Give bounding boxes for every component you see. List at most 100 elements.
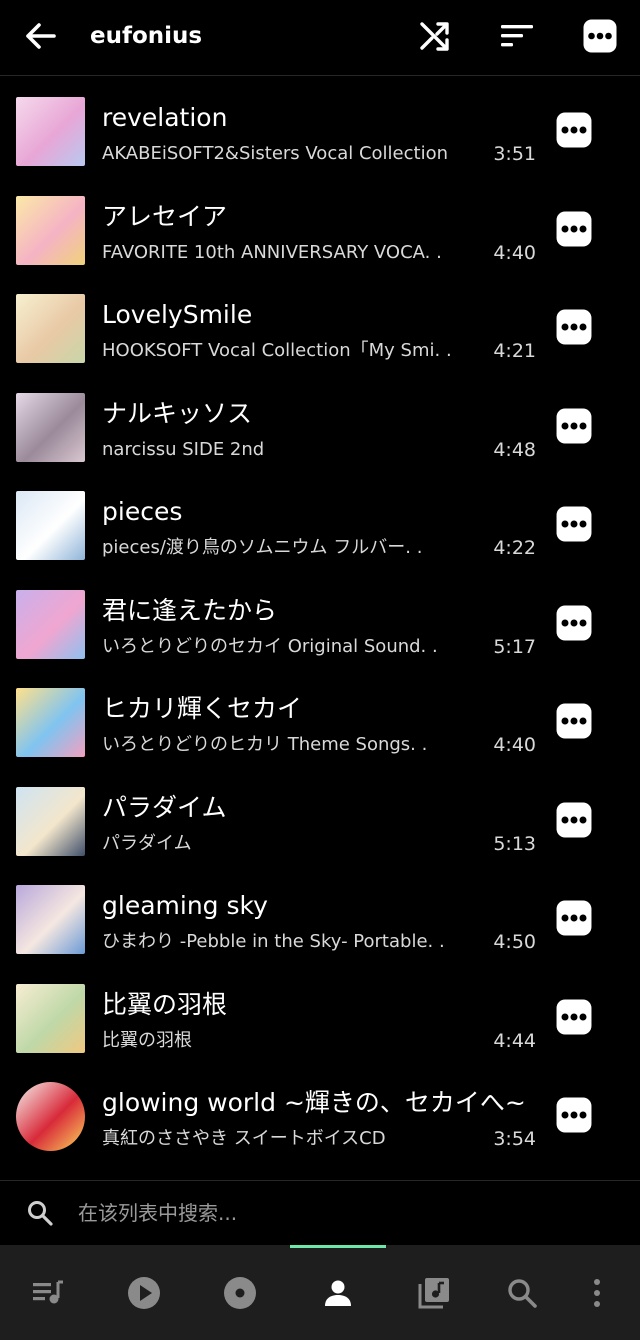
album-cover [16, 589, 85, 659]
track-duration: 4:48 [493, 438, 536, 461]
nav-tab-album-disc[interactable] [192, 1245, 288, 1340]
bottom-navigation [0, 1245, 640, 1340]
track-more-button[interactable] [556, 309, 594, 347]
track-duration: 4:22 [493, 537, 536, 559]
nav-tab-queue-music[interactable] [0, 1245, 96, 1340]
track-album: HOOKSOFT Vocal Collection「My Smi. . [102, 340, 452, 361]
track-album: pieces/渡り鳥のソムニウム フルバー. . [102, 537, 423, 558]
track-row[interactable]: パラダイム パラダイム 5:13 [0, 770, 640, 869]
track-album: FAVORITE 10th ANNIVERSARY VOCA. . [102, 241, 442, 263]
track-album: 比翼の羽根 [102, 1029, 192, 1051]
track-title: 比翼の羽根 [102, 989, 228, 1019]
track-title: LovelySmile [102, 300, 253, 329]
person-icon [322, 1277, 354, 1309]
track-more-button[interactable] [556, 703, 594, 741]
nav-tab-music-library[interactable] [386, 1245, 482, 1340]
track-more-button[interactable] [556, 802, 594, 840]
album-cover [16, 688, 85, 757]
album-cover [16, 1082, 85, 1151]
track-album: AKABEiSOFT2&Sisters Vocal Collection [102, 143, 448, 164]
play-circle-icon [126, 1275, 162, 1311]
more-horizontal-icon [556, 211, 592, 246]
track-row[interactable]: 君に逢えたからいろとりどりのセカイ Original Sound. . 5:17 [0, 573, 640, 672]
track-album: パラダイム [102, 832, 192, 854]
track-title: ナルキッソス [102, 398, 253, 428]
nav-tab-more-vertical[interactable] [554, 1245, 640, 1340]
track-row[interactable]: 比翼の羽根 比翼の羽根 4:44 [0, 967, 640, 1066]
page-title: eufonius [90, 23, 203, 49]
track-more-button[interactable] [556, 999, 594, 1037]
track-more-button[interactable] [556, 605, 594, 643]
top-app-bar: eufonius [0, 0, 640, 76]
sort-button[interactable] [493, 12, 541, 60]
track-row[interactable]: revelation AKABEiSOFT2&Sisters Vocal Coll… [0, 80, 640, 179]
more-horizontal-icon [556, 309, 592, 345]
list-search-input[interactable] [78, 1195, 598, 1231]
album-cover [16, 195, 85, 265]
track-duration: 4:50 [493, 931, 536, 953]
track-duration: 4:40 [493, 734, 536, 756]
track-duration: 4:21 [493, 340, 536, 362]
track-row[interactable]: LovelySmile HOOKSOFT Vocal Collection「My … [0, 277, 640, 376]
queue-music-icon [31, 1278, 65, 1308]
track-title: gleaming sky [102, 891, 268, 920]
track-more-button[interactable] [556, 211, 594, 249]
album-disc-icon [222, 1275, 258, 1311]
more-horizontal-icon [556, 408, 592, 443]
more-horizontal-icon [556, 605, 592, 640]
track-more-button[interactable] [556, 506, 594, 544]
track-title: ヒカリ輝くセカイ [102, 694, 303, 723]
track-title: アレセイア [102, 201, 228, 231]
sort-icon [501, 25, 533, 47]
album-cover [16, 97, 85, 166]
track-title: pieces [102, 497, 183, 526]
more-horizontal-icon [556, 999, 592, 1034]
album-cover [16, 983, 85, 1053]
album-cover [16, 392, 85, 462]
more-horizontal-icon [583, 19, 617, 53]
track-more-button[interactable] [556, 900, 594, 938]
track-row[interactable]: ナルキッソス narcissu SIDE 2nd 4:48 [0, 376, 640, 475]
nav-tab-person[interactable] [290, 1245, 386, 1340]
track-album: 真紅のささやき スイートボイスCD [102, 1128, 386, 1149]
track-row[interactable]: pieces pieces/渡り鳥のソムニウム フルバー. . 4:22 [0, 474, 640, 573]
track-duration: 5:17 [493, 635, 536, 658]
more-vertical-icon [591, 1277, 603, 1309]
search-icon [506, 1277, 538, 1309]
track-row[interactable]: gleaming sky ひまわり -Pebble in the Sky- Por… [0, 868, 640, 967]
nav-tab-play-circle[interactable] [96, 1245, 192, 1340]
track-title: revelation [102, 103, 228, 132]
list-search-bar [0, 1180, 640, 1244]
more-horizontal-icon [556, 900, 592, 936]
shuffle-button[interactable] [411, 12, 459, 60]
more-horizontal-icon [556, 112, 592, 148]
track-more-button[interactable] [556, 408, 594, 446]
track-duration: 4:40 [493, 241, 536, 264]
more-horizontal-icon [556, 1097, 592, 1133]
track-row[interactable]: glowing world ~輝きの、セカイへ~ 真紅のささやき スイートボイスC… [0, 1065, 640, 1164]
arrow-left-icon [26, 23, 56, 49]
music-library-icon [417, 1276, 451, 1310]
track-title: 君に逢えたから [102, 595, 278, 625]
album-cover [16, 294, 85, 363]
track-row[interactable]: アレセイア FAVORITE 10th ANNIVERSARY VOCA. . 4:… [0, 179, 640, 278]
search-icon [28, 1201, 53, 1226]
track-more-button[interactable] [556, 1097, 594, 1135]
track-album: いろとりどりのセカイ Original Sound. . [102, 635, 438, 657]
more-horizontal-icon [556, 703, 592, 739]
album-cover [16, 885, 85, 954]
more-horizontal-icon [556, 802, 592, 837]
back-button[interactable] [16, 12, 64, 60]
album-cover [16, 491, 85, 560]
track-title: glowing world ~輝きの、セカイへ~ [102, 1088, 526, 1117]
more-horizontal-icon [556, 506, 592, 542]
overflow-menu-button[interactable] [576, 12, 624, 60]
track-row[interactable]: ヒカリ輝くセカイいろとりどりのヒカリ Theme Songs. . 4:40 [0, 671, 640, 770]
album-cover [16, 786, 85, 856]
track-album: いろとりどりのヒカリ Theme Songs. . [102, 734, 428, 755]
track-duration: 3:54 [493, 1128, 536, 1150]
shuffle-icon [420, 22, 449, 51]
track-album: ひまわり -Pebble in the Sky- Portable. . [102, 931, 445, 952]
track-album: narcissu SIDE 2nd [102, 438, 265, 460]
track-more-button[interactable] [556, 112, 594, 150]
